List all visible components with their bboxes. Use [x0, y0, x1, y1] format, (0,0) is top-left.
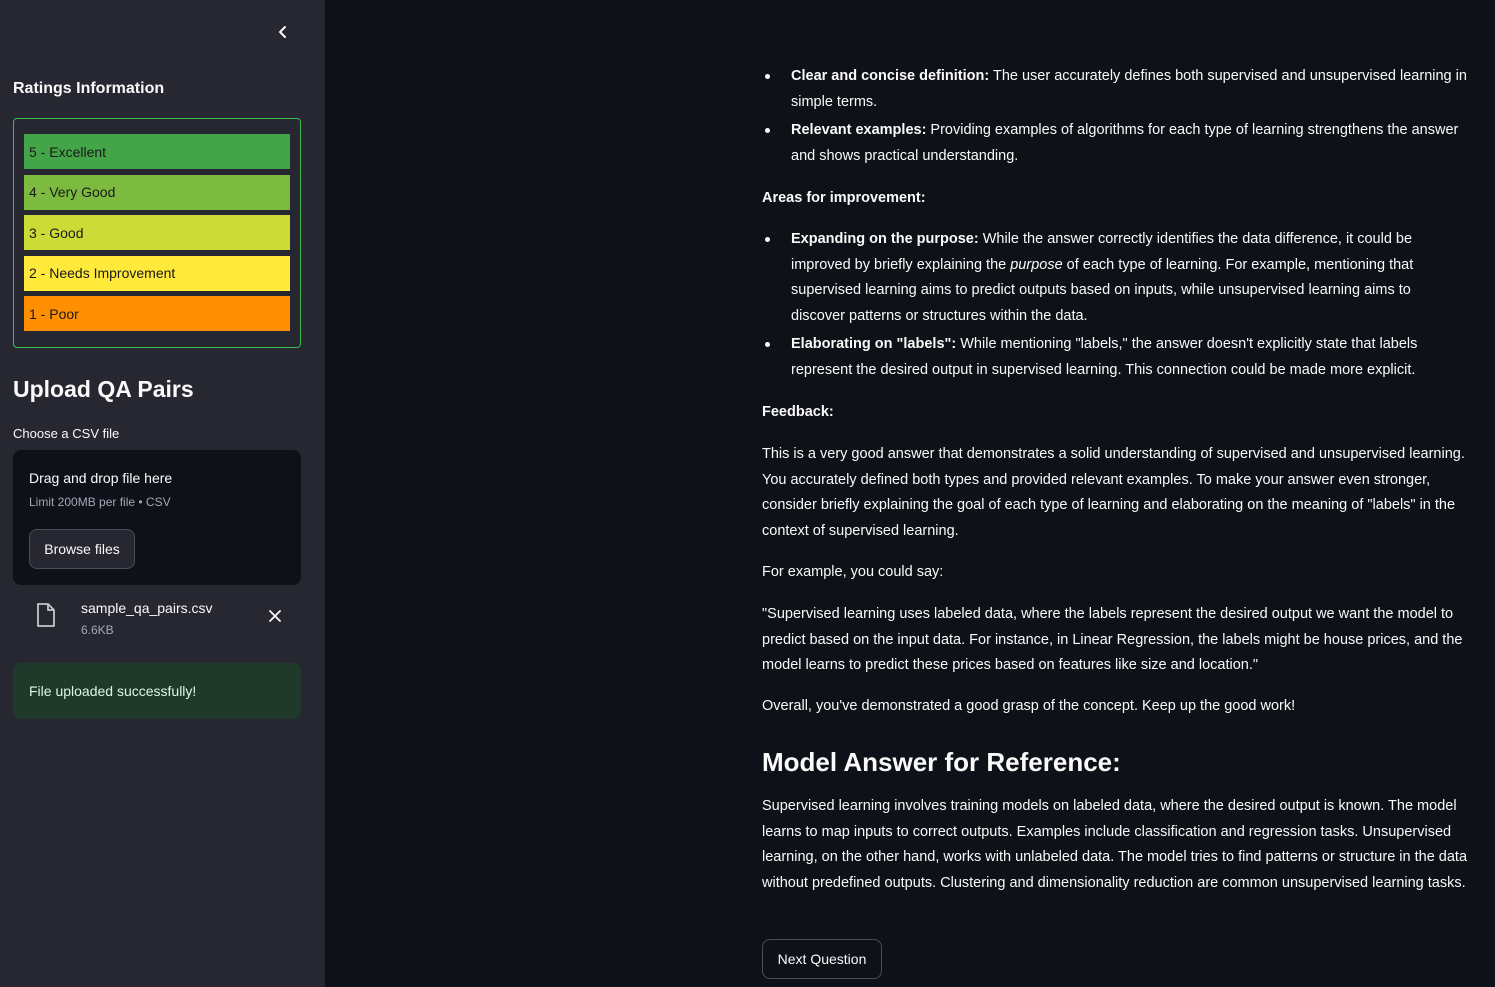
improvement-heading: Areas for improvement:: [762, 186, 1467, 212]
next-question-button[interactable]: Next Question: [762, 939, 882, 979]
success-alert: File uploaded successfully!: [13, 663, 301, 719]
rating-label: 2 - Needs Improvement: [29, 265, 176, 281]
file-dropzone[interactable]: Drag and drop file here Limit 200MB per …: [13, 450, 301, 585]
close-icon[interactable]: [265, 606, 285, 626]
rating-label: 5 - Excellent: [29, 143, 107, 160]
example-quote: "Supervised learning uses labeled data, …: [762, 606, 1463, 674]
example-intro: For example, you could say:: [762, 564, 944, 580]
feedback-heading-text: Feedback:: [762, 404, 834, 420]
improvements-list: Expanding on the purpose: While the answ…: [762, 227, 1467, 387]
rating-label: 3 - Good: [29, 224, 84, 241]
list-item: Expanding on the purpose: While the answ…: [762, 227, 1467, 329]
dropzone-title: Drag and drop file here: [29, 470, 173, 486]
browse-files-button[interactable]: Browse files: [29, 529, 135, 569]
model-answer-heading: Model Answer for Reference:: [762, 747, 1121, 777]
collapse-sidebar-button[interactable]: [271, 20, 295, 44]
rating-poor: 1 - Poor: [24, 296, 290, 331]
improvement-title: Elaborating on "labels":: [791, 336, 957, 353]
feedback-heading: Feedback:: [762, 400, 1467, 426]
chevron-left-icon: [279, 26, 286, 38]
main-content: Clear and concise definition: The user a…: [762, 0, 1467, 987]
ratings-heading: Ratings Information: [13, 80, 165, 97]
strength-title: Relevant examples:: [791, 122, 927, 139]
uploaded-file: sample_qa_pairs.csv 6.6KB: [13, 596, 301, 644]
model-answer-text: Supervised learning involves training mo…: [762, 798, 1468, 891]
ratings-legend: 5 - Excellent 4 - Very Good 3 - Good 2 -…: [13, 118, 301, 348]
rating-label: 1 - Poor: [29, 305, 79, 322]
strength-title: Clear and concise definition:: [791, 68, 990, 84]
upload-title: Upload QA Pairs: [13, 376, 194, 402]
rating-very-good: 4 - Very Good: [24, 174, 290, 210]
improvement-heading-text: Areas for improvement:: [762, 190, 926, 206]
sidebar: Ratings Information 5 - Excellent 4 - Ve…: [0, 0, 325, 987]
list-item: Clear and concise definition: The user a…: [762, 64, 1467, 115]
list-item: Relevant examples: Providing examples of…: [762, 118, 1467, 169]
file-icon: [37, 603, 55, 627]
rating-label: 4 - Very Good: [29, 184, 116, 200]
list-item: Elaborating on "labels": While mentionin…: [762, 332, 1467, 383]
strengths-list: Clear and concise definition: The user a…: [762, 64, 1467, 172]
dropzone-limit: Limit 200MB per file • CSV: [29, 495, 171, 509]
improvement-emphasis: purpose: [1010, 256, 1063, 273]
rating-excellent: 5 - Excellent: [24, 134, 290, 169]
rating-needs-improvement: 2 - Needs Improvement: [24, 255, 290, 291]
rating-good: 3 - Good: [24, 215, 290, 250]
file-uploader-label: Choose a CSV file: [13, 426, 120, 441]
file-size: 6.6KB: [81, 623, 114, 637]
overall-text: Overall, you've demonstrated a good gras…: [762, 698, 1296, 714]
file-name: sample_qa_pairs.csv: [81, 600, 213, 616]
improvement-title: Expanding on the purpose:: [791, 231, 979, 247]
feedback-text: This is a very good answer that demonstr…: [762, 446, 1465, 539]
